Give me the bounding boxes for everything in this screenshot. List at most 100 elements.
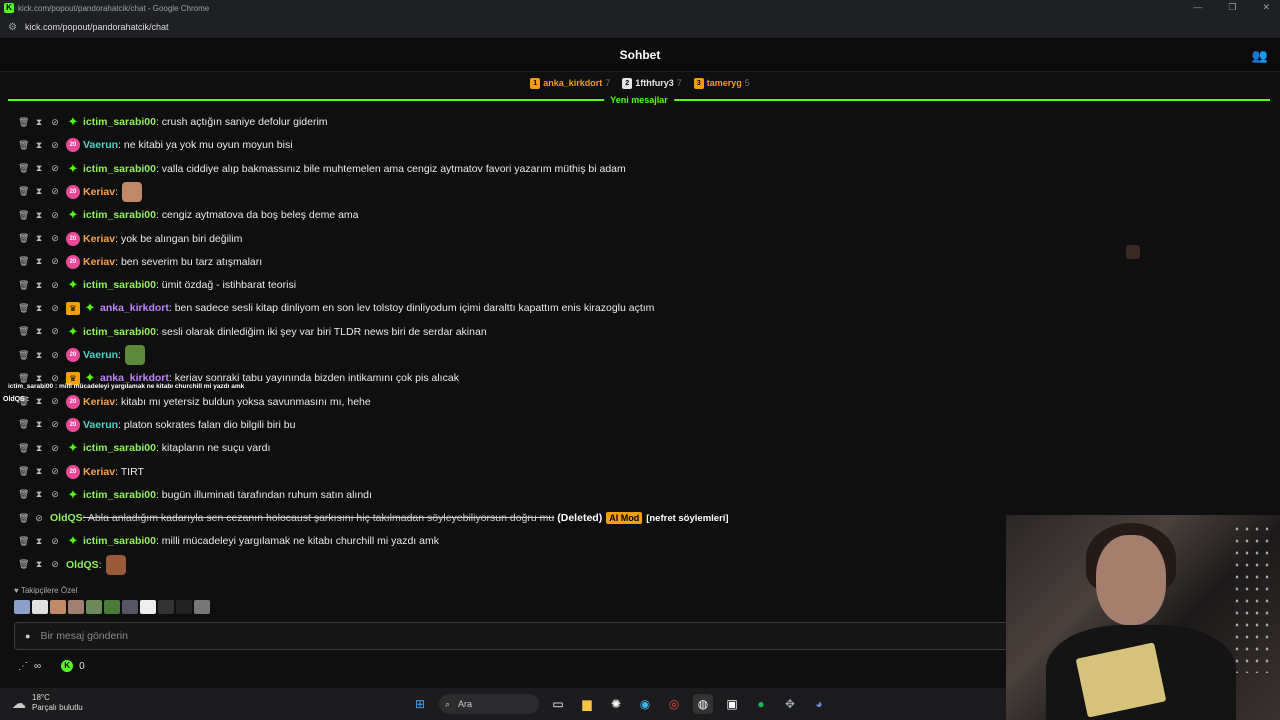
chat-message[interactable]: 🗑 ⧗ ⊘ 20 Keriav : <box>18 181 143 202</box>
tray-emote[interactable] <box>50 600 66 614</box>
chat-message[interactable]: 🗑 ⧗ ⊘ ✦ ictim_sarabi00 : bugün illuminati t… <box>18 485 372 505</box>
chrome-icon[interactable]: ◎ <box>664 694 684 714</box>
delete-message-icon[interactable]: 🗑 <box>18 140 29 151</box>
ban-icon[interactable]: ⊘ <box>50 140 60 151</box>
chat-message[interactable]: 🗑 ⧗ ⊘ 20 Vaerun : <box>18 345 145 365</box>
ban-icon[interactable]: ⊘ <box>50 210 60 221</box>
timeout-icon[interactable]: ⧗ <box>34 117 44 128</box>
timeout-icon[interactable]: ⧗ <box>34 536 44 547</box>
delete-message-icon[interactable]: 🗑 <box>18 186 29 197</box>
chat-username[interactable]: ictim_sarabi00 <box>83 209 156 221</box>
tray-emote[interactable] <box>86 600 102 614</box>
tray-emote[interactable] <box>122 600 138 614</box>
site-settings-icon[interactable]: ⚙ <box>8 22 17 33</box>
chat-username[interactable]: ictim_sarabi00 <box>83 535 156 547</box>
chat-input-placeholder[interactable]: Bir mesaj gönderin <box>40 630 128 642</box>
restore-icon[interactable]: ❐ <box>1228 2 1236 13</box>
tray-emote[interactable] <box>104 600 120 614</box>
timeout-icon[interactable]: ⧗ <box>34 489 44 500</box>
chat-message[interactable]: 🗑 ⧗ ⊘ 20 Keriav : kitabı mı yetersiz buldun… <box>18 392 371 412</box>
chat-emote[interactable] <box>122 181 143 202</box>
weather-widget[interactable]: ☁ 18°C Parçalı bulutlu <box>12 693 83 713</box>
delete-message-icon[interactable]: 🗑 <box>18 233 29 244</box>
url-text[interactable]: kick.com/popout/pandorahatcik/chat <box>25 22 169 32</box>
ban-icon[interactable]: ⊘ <box>50 256 60 267</box>
new-messages-label[interactable]: Yeni mesajlar <box>604 95 674 105</box>
close-icon[interactable]: ✕ <box>1262 2 1270 13</box>
timeout-icon[interactable]: ⧗ <box>34 210 44 221</box>
users-icon[interactable]: 👥 <box>1252 48 1268 64</box>
timeout-icon[interactable]: ⧗ <box>34 280 44 291</box>
leaderboard-entry[interactable]: 2 1fthfury3 7 <box>622 77 682 89</box>
ban-icon[interactable]: ⊘ <box>50 303 60 314</box>
timeout-icon[interactable]: ⧗ <box>34 419 44 430</box>
chat-emote[interactable] <box>105 554 126 575</box>
chat-username[interactable]: Vaerun <box>83 139 118 151</box>
chat-username[interactable]: ictim_sarabi00 <box>83 116 156 128</box>
spotify-icon[interactable]: ● <box>751 694 771 714</box>
ban-icon[interactable]: ⊘ <box>50 186 60 197</box>
timeout-icon[interactable]: ⧗ <box>34 140 44 151</box>
timeout-icon[interactable]: ⧗ <box>34 350 44 361</box>
delete-message-icon[interactable]: 🗑 <box>18 117 29 128</box>
chat-username[interactable]: Keriav <box>83 466 115 478</box>
chat-message[interactable]: 🗑 ⧗ ⊘ 20 Keriav : ben severim bu tarz atışm… <box>18 252 262 272</box>
minimize-icon[interactable]: — <box>1193 2 1202 13</box>
delete-message-icon[interactable]: 🗑 <box>18 513 29 524</box>
chat-message[interactable]: 🗑 ⧗ ⊘ OldQS : <box>18 554 126 575</box>
timeout-icon[interactable]: ⧗ <box>34 559 44 570</box>
tray-emote[interactable] <box>176 600 192 614</box>
delete-message-icon[interactable]: 🗑 <box>18 559 29 570</box>
leaderboard-entry[interactable]: 3 tameryg 5 <box>693 77 750 89</box>
chat-username[interactable]: ictim_sarabi00 <box>83 326 156 338</box>
edge-icon[interactable]: ◉ <box>635 694 655 714</box>
timeout-icon[interactable]: ⧗ <box>34 326 44 337</box>
chat-username[interactable]: ictim_sarabi00 <box>83 489 156 501</box>
chat-message[interactable]: 🗑 ⧗ ⊘ ✦ ictim_sarabi00 : milli mücadeleyi y… <box>18 531 439 551</box>
ban-icon[interactable]: ⊘ <box>50 559 60 570</box>
leaderboard-entry[interactable]: 1 anka_kirkdort 7 <box>530 77 610 89</box>
ban-icon[interactable]: ⊘ <box>50 443 60 454</box>
chat-username[interactable]: Keriav <box>83 256 115 268</box>
chat-username[interactable]: ictim_sarabi00 <box>83 442 156 454</box>
ban-icon[interactable]: ⊘ <box>50 350 60 361</box>
tray-emote[interactable] <box>68 600 84 614</box>
ban-icon[interactable]: ⊘ <box>50 419 60 430</box>
delete-message-icon[interactable]: 🗑 <box>18 350 29 361</box>
delete-message-icon[interactable]: 🗑 <box>18 256 29 267</box>
ban-icon[interactable]: ⊘ <box>34 513 44 524</box>
delete-message-icon[interactable]: 🗑 <box>18 326 29 337</box>
address-bar[interactable]: ⚙ kick.com/popout/pandorahatcik/chat <box>0 16 1280 38</box>
windows-start-icon[interactable]: ⊞ <box>410 694 430 714</box>
delete-message-icon[interactable]: 🗑 <box>18 536 29 547</box>
taskbar-search[interactable]: ⌕ Ara <box>439 694 539 714</box>
timeout-icon[interactable]: ⧗ <box>34 186 44 197</box>
chat-message[interactable]: 🗑 ⧗ ⊘ ✦ ictim_sarabi00 : ümit özdağ - istih… <box>18 275 296 295</box>
chat-input[interactable]: ● Bir mesaj gönderin <box>14 622 1014 650</box>
chat-username[interactable]: Vaerun <box>83 419 118 431</box>
ban-icon[interactable]: ⊘ <box>50 489 60 500</box>
timeout-icon[interactable]: ⧗ <box>34 443 44 454</box>
chat-message[interactable]: 🗑 ⧗ ⊘ ✦ ictim_sarabi00 : sesli olarak dinle… <box>18 322 487 342</box>
timeout-icon[interactable]: ⧗ <box>34 466 44 477</box>
chat-username[interactable]: Keriav <box>83 233 115 245</box>
timeout-icon[interactable]: ⧗ <box>34 256 44 267</box>
file-explorer-icon[interactable]: ▆ <box>577 694 597 714</box>
ban-icon[interactable]: ⊘ <box>50 536 60 547</box>
chat-message[interactable]: 🗑 ⧗ ⊘ ♛ ✦ anka_kirkdort : ben sadece sesli k… <box>18 298 654 318</box>
chat-username[interactable]: ictim_sarabi00 <box>83 163 156 175</box>
delete-message-icon[interactable]: 🗑 <box>18 303 29 314</box>
settings-icon[interactable]: ✥ <box>780 694 800 714</box>
ban-icon[interactable]: ⊘ <box>50 326 60 337</box>
ban-icon[interactable]: ⊘ <box>50 280 60 291</box>
chat-message[interactable]: 🗑 ⧗ ⊘ 20 Vaerun : ne kitabi ya yok mu oyun … <box>18 135 293 155</box>
chat-message[interactable]: 🗑 ⧗ ⊘ ✦ ictim_sarabi00 : crush açtığın sani… <box>18 112 328 132</box>
chat-message[interactable]: 🗑 ⊘ OldQS : Abla anladığım kadarıyla sen … <box>18 508 729 528</box>
tray-emote[interactable] <box>158 600 174 614</box>
kick-points-icon[interactable]: K <box>61 660 74 672</box>
chat-username[interactable]: Keriav <box>83 186 115 198</box>
ban-icon[interactable]: ⊘ <box>50 396 60 407</box>
delete-message-icon[interactable]: 🗑 <box>18 443 29 454</box>
app-icon[interactable]: ▣ <box>722 694 742 714</box>
chat-username[interactable]: Keriav <box>83 396 115 408</box>
